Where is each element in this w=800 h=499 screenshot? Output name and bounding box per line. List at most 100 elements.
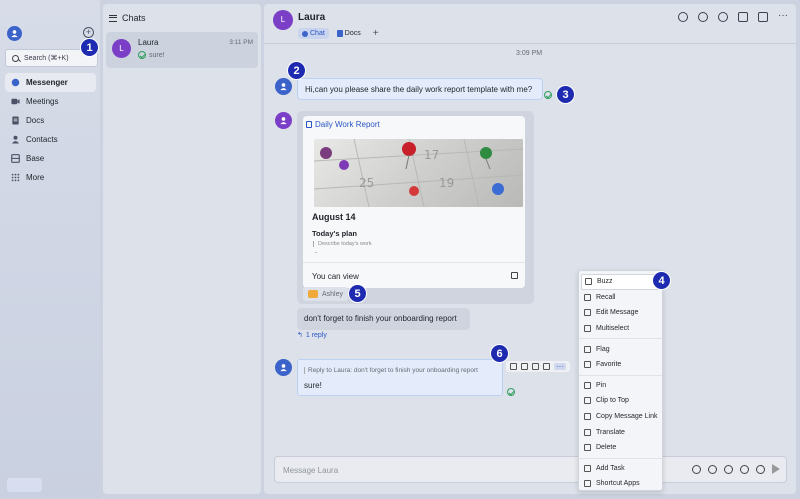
reaction-name: Ashley bbox=[322, 290, 344, 298]
message-input[interactable]: Message Laura bbox=[274, 456, 787, 483]
star-icon bbox=[584, 361, 591, 369]
pin-icon bbox=[584, 381, 591, 389]
conversation-panel: L Laura Chat Docs + ··· 3:09 PM Hi,can y… bbox=[264, 4, 796, 494]
more-actions-icon[interactable]: ··· bbox=[554, 363, 566, 371]
multiselect-icon bbox=[584, 325, 591, 333]
search-history-icon[interactable] bbox=[678, 12, 688, 22]
rail-bottom-button[interactable] bbox=[7, 478, 42, 492]
buzz-icon bbox=[585, 278, 592, 286]
doc-card-message[interactable]: Daily Work Report 25 19 17 August 14 Tod… bbox=[297, 111, 534, 304]
menu-icon[interactable] bbox=[109, 14, 117, 22]
menu-item-recall[interactable]: Recall bbox=[579, 290, 662, 306]
sidebar-item-base[interactable]: Base bbox=[5, 149, 96, 168]
tab-docs[interactable]: Docs bbox=[333, 28, 365, 39]
menu-item-buzz[interactable]: Buzz bbox=[581, 274, 660, 290]
video-icon bbox=[11, 98, 20, 105]
menu-divider bbox=[579, 374, 662, 376]
scissors-icon[interactable] bbox=[724, 464, 733, 474]
menu-item-favorite[interactable]: Favorite bbox=[579, 357, 662, 373]
quote-icon[interactable] bbox=[543, 363, 550, 370]
menu-item-add-task[interactable]: Add Task bbox=[579, 461, 662, 477]
copy-icon[interactable] bbox=[511, 272, 518, 279]
annotation-marker: 5 bbox=[348, 284, 367, 303]
message-text: Hi,can you please share the daily work r… bbox=[305, 85, 533, 94]
menu-item-label: Delete bbox=[596, 444, 617, 452]
chat-time: 3:11 PM bbox=[229, 39, 253, 46]
send-icon[interactable] bbox=[772, 464, 780, 474]
sidebar-item-messenger[interactable]: Messenger bbox=[5, 73, 96, 92]
call-icon[interactable] bbox=[698, 12, 708, 22]
thumbs-up-icon[interactable] bbox=[510, 363, 517, 370]
reply-count: 1 reply bbox=[305, 331, 327, 339]
menu-item-flag[interactable]: Flag bbox=[579, 341, 662, 357]
reply-arrow-icon: ↰ bbox=[297, 332, 303, 339]
menu-item-clip-to-top[interactable]: Clip to Top bbox=[579, 393, 662, 409]
sidebar-item-more[interactable]: More bbox=[5, 168, 96, 187]
menu-item-copy-link[interactable]: Copy Message Link bbox=[579, 409, 662, 425]
reply-thread-link[interactable]: ↰ 1 reply bbox=[297, 331, 327, 340]
menu-item-translate[interactable]: Translate bbox=[579, 424, 662, 440]
sidebar-item-meetings[interactable]: Meetings bbox=[5, 92, 96, 111]
user-avatar[interactable] bbox=[7, 26, 22, 41]
sidebar-item-label: Meetings bbox=[26, 97, 59, 106]
read-check-icon bbox=[507, 388, 515, 396]
expand-icon[interactable] bbox=[756, 464, 765, 474]
edit-icon bbox=[584, 309, 591, 317]
conversation-header: L Laura Chat Docs + ··· bbox=[264, 4, 796, 44]
mention-icon[interactable] bbox=[708, 464, 717, 474]
avatar[interactable] bbox=[275, 112, 292, 129]
chat-preview: sure! bbox=[138, 51, 165, 59]
message-hover-toolbar: ··· bbox=[506, 361, 570, 372]
settings-panel-icon[interactable] bbox=[758, 12, 768, 22]
forward-icon[interactable] bbox=[738, 12, 748, 22]
tab-chat[interactable]: Chat bbox=[298, 28, 329, 39]
recall-icon bbox=[584, 293, 591, 301]
sidebar-item-docs[interactable]: Docs bbox=[5, 111, 96, 130]
doc-icon bbox=[336, 30, 343, 37]
annotation-marker: 4 bbox=[652, 271, 671, 290]
reply-icon[interactable] bbox=[521, 363, 528, 370]
emoji-icon[interactable] bbox=[692, 464, 701, 474]
add-tab-icon[interactable]: + bbox=[373, 28, 379, 39]
forward-icon[interactable] bbox=[532, 363, 539, 370]
chat-bubble-icon bbox=[11, 78, 20, 87]
svg-text:17: 17 bbox=[424, 148, 439, 162]
menu-item-pin[interactable]: Pin bbox=[579, 378, 662, 394]
message-bubble[interactable]: don't forget to finish your onboarding r… bbox=[297, 308, 470, 330]
conversation-tabs: Chat Docs + bbox=[298, 28, 379, 39]
sidebar-item-label: More bbox=[26, 173, 45, 182]
grid-icon bbox=[11, 173, 20, 182]
menu-item-delete[interactable]: Delete bbox=[579, 440, 662, 456]
reply-message-bubble[interactable]: Reply to Laura: don't forget to finish y… bbox=[297, 359, 503, 396]
menu-item-edit-message[interactable]: Edit Message bbox=[579, 305, 662, 321]
doc-icon bbox=[12, 116, 19, 125]
message-bubble[interactable]: Hi,can you please share the daily work r… bbox=[297, 78, 543, 100]
emoji-reaction-icon bbox=[308, 290, 318, 298]
sidebar-item-label: Contacts bbox=[26, 135, 58, 144]
search-icon bbox=[12, 54, 19, 62]
menu-item-label: Buzz bbox=[597, 278, 613, 286]
doc-card[interactable]: Daily Work Report 25 19 17 August 14 Tod… bbox=[303, 116, 525, 288]
app-window: + Search (⌘+K) Messenger Meetings Docs C… bbox=[0, 0, 800, 499]
doc-icon bbox=[306, 121, 312, 128]
avatar[interactable] bbox=[275, 78, 292, 95]
menu-item-label: Edit Message bbox=[596, 309, 639, 317]
plus-icon[interactable] bbox=[740, 464, 749, 474]
menu-item-multiselect[interactable]: Multiselect bbox=[579, 321, 662, 337]
new-chat-plus-icon[interactable]: + bbox=[83, 27, 94, 38]
conversation-title[interactable]: Laura bbox=[298, 12, 325, 23]
chat-name: Laura bbox=[138, 38, 159, 47]
reaction-badge[interactable]: Ashley bbox=[303, 287, 349, 301]
more-icon[interactable]: ··· bbox=[778, 11, 788, 22]
sidebar-item-label: Docs bbox=[26, 116, 45, 125]
doc-section-title: Today's plan bbox=[312, 229, 357, 238]
sidebar-nav: Messenger Meetings Docs Contacts Base Mo… bbox=[5, 73, 96, 187]
chat-list-item[interactable]: L Laura 3:11 PM sure! bbox=[106, 32, 258, 68]
add-member-icon[interactable] bbox=[718, 12, 728, 22]
sidebar-item-contacts[interactable]: Contacts bbox=[5, 130, 96, 149]
avatar[interactable]: L bbox=[273, 10, 293, 30]
avatar[interactable] bbox=[275, 359, 292, 376]
menu-item-shortcut-apps[interactable]: Shortcut Apps bbox=[579, 476, 662, 492]
chat-preview-text: sure! bbox=[149, 51, 165, 59]
doc-card-title[interactable]: Daily Work Report bbox=[306, 120, 380, 129]
